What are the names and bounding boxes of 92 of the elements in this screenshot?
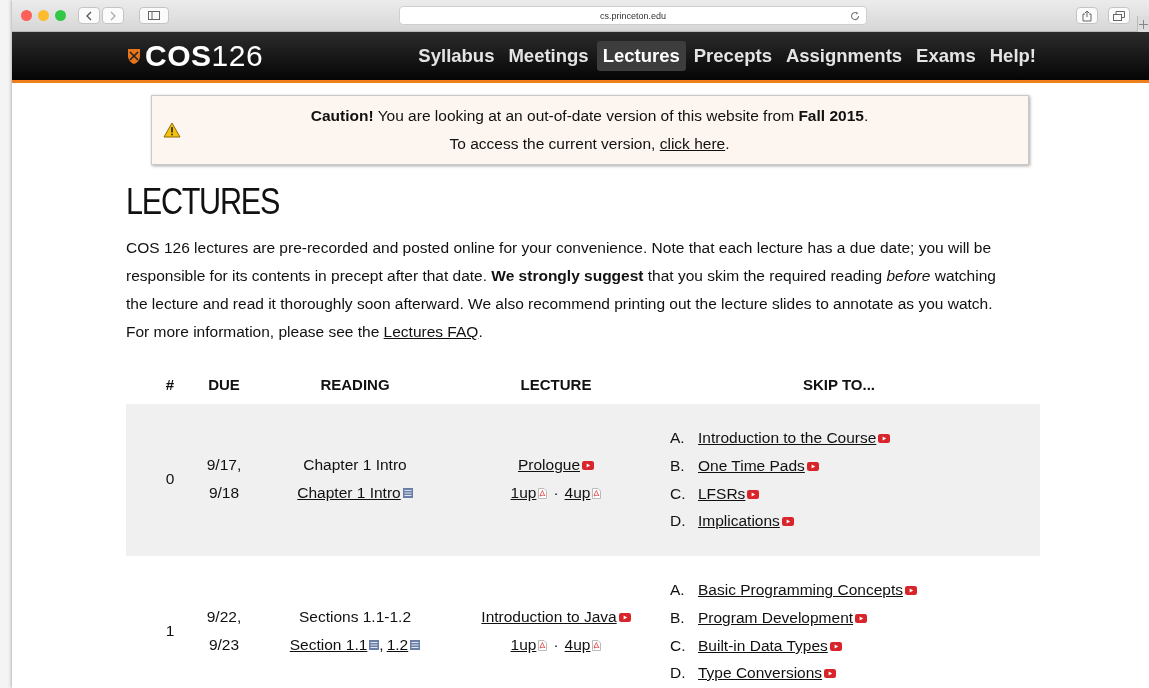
- due-date: 9/17,: [206, 455, 242, 475]
- skip-link[interactable]: Introduction to the Course: [698, 424, 877, 452]
- nav-link[interactable]: Syllabus: [412, 41, 501, 71]
- skip-link[interactable]: LFSRs: [698, 480, 746, 508]
- skip-link[interactable]: Basic Programming Concepts: [698, 576, 904, 604]
- lecture-link[interactable]: Introduction to Java: [481, 603, 617, 631]
- click-here-link[interactable]: click here: [659, 135, 726, 152]
- video-icon: [781, 516, 794, 526]
- lecture-link[interactable]: Prologue: [517, 451, 580, 479]
- list-marker: D.: [670, 663, 687, 683]
- share-button[interactable]: [1076, 7, 1098, 24]
- list-marker: B.: [670, 456, 686, 476]
- video-icon: [806, 461, 819, 471]
- reading-text: Sections 1.1-1.2: [299, 607, 411, 627]
- column-header: LECTURE: [519, 375, 593, 393]
- pdf-icon: [538, 487, 548, 499]
- column-header: #: [164, 375, 176, 393]
- page-title: LECTURES: [126, 182, 281, 222]
- caution-message: Caution! You are looking at an out-of-date version of this website from Fall 2015.: [309, 106, 870, 126]
- site-logo[interactable]: COS126: [127, 39, 264, 73]
- column-header: SKIP TO...: [802, 375, 876, 393]
- book-icon: [410, 640, 421, 650]
- reading-link[interactable]: 1.2: [386, 631, 409, 659]
- list-marker: C.: [670, 484, 687, 504]
- address-bar[interactable]: cs.princeton.edu: [399, 6, 867, 25]
- shield-icon: [127, 47, 141, 65]
- plus-icon: [1139, 19, 1148, 29]
- tabs-icon: [1113, 10, 1125, 21]
- video-icon: [747, 489, 760, 499]
- table-cell-text: 0: [164, 470, 176, 488]
- minimize-button[interactable]: [38, 10, 49, 21]
- column-header: READING: [319, 375, 391, 393]
- intro-paragraph: COS 126 lectures are pre-recorded and posted online for your convenience. Note that each lecture has a due date; you will be responsible for its contents in precept after that date. We strongly suggest that you skim the required reading before watching the lecture and read it thoroughly soon afterward. We also recommend printing out the lecture slides to annotate as you watch. For more information, please see the Lectures FAQ.: [126, 238, 997, 342]
- lectures-faq-link[interactable]: Lectures FAQ: [383, 323, 479, 340]
- list-marker: C.: [670, 636, 687, 656]
- chevron-right-icon: [109, 10, 117, 21]
- url-text: cs.princeton.edu: [599, 10, 666, 21]
- video-icon: [878, 433, 891, 443]
- separator-text: ·: [553, 483, 559, 503]
- table-cell-text: 1: [164, 622, 176, 640]
- nav-link[interactable]: Lectures: [596, 41, 686, 71]
- video-icon: [905, 585, 918, 595]
- nav-link[interactable]: Exams: [910, 41, 982, 71]
- skip-link[interactable]: Implications: [698, 508, 780, 534]
- reading-link[interactable]: Chapter 1 Intro: [297, 479, 401, 507]
- list-marker: B.: [670, 608, 686, 628]
- close-button[interactable]: [21, 10, 32, 21]
- slides-link[interactable]: 4up: [564, 479, 591, 507]
- video-icon: [824, 668, 837, 678]
- pdf-icon: [538, 639, 548, 651]
- skip-link[interactable]: One Time Pads: [698, 452, 805, 480]
- chevron-left-icon: [85, 10, 93, 21]
- nav-link[interactable]: Help!: [983, 41, 1042, 71]
- video-icon: [618, 612, 631, 622]
- nav-link[interactable]: Precepts: [687, 41, 778, 71]
- slides-link[interactable]: 1up: [510, 631, 537, 659]
- video-icon: [829, 641, 842, 651]
- share-icon: [1082, 9, 1092, 22]
- pdf-icon: [592, 487, 602, 499]
- pdf-icon: [592, 639, 602, 651]
- back-button[interactable]: [78, 7, 100, 24]
- list-marker: A.: [670, 580, 686, 600]
- book-icon: [402, 488, 413, 498]
- skip-link[interactable]: Type Conversions: [698, 660, 823, 686]
- skip-link[interactable]: Built-in Data Types: [698, 632, 828, 660]
- column-header: DUE: [207, 375, 241, 393]
- slides-link[interactable]: 4up: [564, 631, 591, 659]
- due-date: 9/22,: [206, 607, 242, 627]
- skip-link[interactable]: Program Development: [698, 604, 854, 632]
- slides-link[interactable]: 1up: [510, 479, 537, 507]
- sidebar-icon: [148, 11, 160, 20]
- due-date: 9/18: [208, 483, 240, 503]
- forward-button[interactable]: [102, 7, 124, 24]
- due-date: 9/23: [208, 635, 240, 655]
- reload-icon[interactable]: [850, 11, 860, 21]
- zoom-button[interactable]: [55, 10, 66, 21]
- warning-icon: [163, 122, 181, 138]
- separator-text: ·: [553, 635, 559, 655]
- sidebar-button[interactable]: [139, 7, 169, 24]
- nav-link[interactable]: Assignments: [779, 41, 909, 71]
- video-icon: [582, 460, 594, 470]
- video-icon: [855, 613, 868, 623]
- book-icon: [369, 640, 380, 650]
- list-marker: A.: [670, 428, 686, 448]
- reading-text: Chapter 1 Intro: [303, 455, 407, 475]
- separator-text: ,: [379, 635, 384, 655]
- current-version-message: To access the current version, click here.: [448, 134, 731, 154]
- tabs-button[interactable]: [1108, 7, 1130, 24]
- new-tab-button[interactable]: [1137, 16, 1149, 32]
- nav-link[interactable]: Meetings: [502, 41, 595, 71]
- list-marker: D.: [670, 511, 687, 531]
- reading-link[interactable]: Section 1.1: [289, 631, 368, 659]
